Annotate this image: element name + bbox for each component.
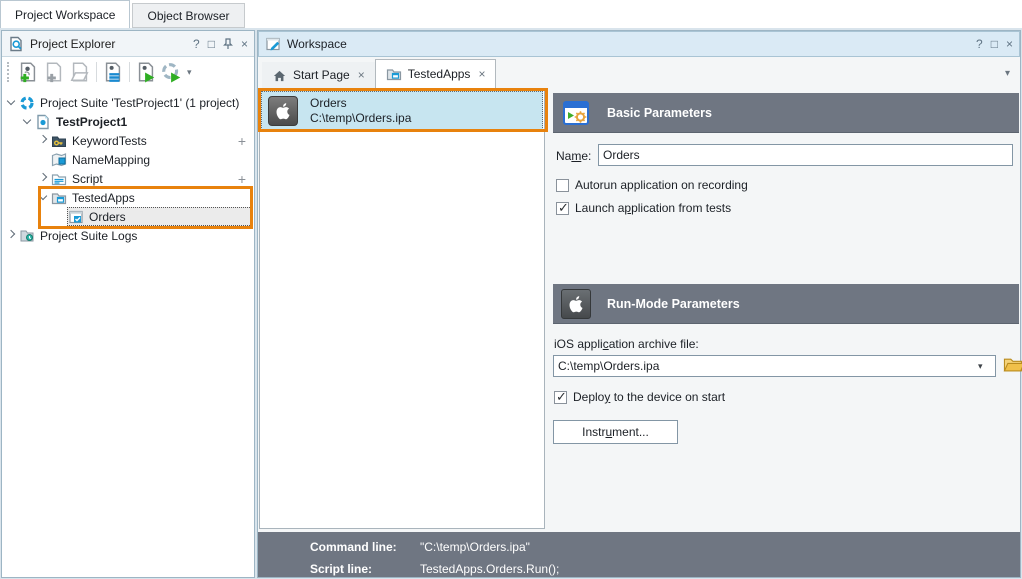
project-tree: Project Suite 'TestProject1' (1 project)… xyxy=(2,87,254,245)
checkbox-icon[interactable] xyxy=(554,391,567,404)
run-project-button[interactable] xyxy=(133,60,159,84)
run-project-suite-button[interactable] xyxy=(159,60,185,84)
checkbox-icon[interactable] xyxy=(556,179,569,192)
dock-area: Project Explorer ? □ × xyxy=(0,28,1022,579)
apple-icon xyxy=(268,96,298,126)
name-label: Name: xyxy=(556,149,591,163)
logs-icon xyxy=(19,228,37,244)
new-project-button[interactable] xyxy=(15,60,41,84)
app-name: Orders xyxy=(310,96,411,111)
project-explorer-toolbar: ▾ xyxy=(2,57,254,87)
home-icon xyxy=(272,68,287,83)
close-icon[interactable]: × xyxy=(241,37,248,51)
tab-list-dropdown-icon[interactable]: ▾ xyxy=(1005,68,1010,79)
checkbox-icon[interactable] xyxy=(556,202,569,215)
launch-from-tests-checkbox[interactable]: Launch application from tests xyxy=(556,201,731,215)
toolbar-separator xyxy=(129,62,130,82)
chevron-down-icon[interactable] xyxy=(4,95,19,110)
tested-apps-icon xyxy=(386,66,402,82)
tree-item-testedapps[interactable]: TestedApps xyxy=(2,188,254,207)
maximize-icon[interactable]: □ xyxy=(208,37,215,51)
tree-item-testproject1[interactable]: TestProject1 xyxy=(2,112,254,131)
chevron-right-icon[interactable] xyxy=(4,228,19,243)
instrument-button[interactable]: Instrument... xyxy=(553,420,678,444)
chevron-down-icon[interactable] xyxy=(36,190,51,205)
workspace-icon xyxy=(265,36,281,52)
autorun-checkbox[interactable]: Autorun application on recording xyxy=(556,178,748,192)
open-file-button[interactable] xyxy=(67,60,93,84)
project-icon xyxy=(35,114,53,130)
toolbar-grip[interactable] xyxy=(7,62,12,82)
close-tab-icon[interactable]: × xyxy=(358,68,365,82)
tree-item-orders[interactable]: Orders xyxy=(2,207,254,226)
deploy-checkbox[interactable]: Deploy to the device on start xyxy=(554,390,725,404)
toolbar-separator xyxy=(96,62,97,82)
workspace-header: Workspace ? □ × xyxy=(258,31,1020,57)
tested-apps-list: Orders C:\temp\Orders.ipa xyxy=(259,89,545,529)
tree-item-keywordtests[interactable]: KeywordTests + xyxy=(2,131,254,150)
name-input[interactable] xyxy=(598,144,1013,166)
project-explorer-panel: Project Explorer ? □ × xyxy=(1,30,255,578)
command-line-value: "C:\temp\Orders.ipa" xyxy=(420,540,530,554)
script-line-label: Script line: xyxy=(310,562,420,576)
pin-icon[interactable] xyxy=(223,38,233,50)
add-child-button[interactable]: + xyxy=(238,171,246,187)
selected-tree-item[interactable]: Orders xyxy=(67,207,252,226)
add-child-button[interactable]: + xyxy=(238,133,246,149)
basic-parameters-header: Basic Parameters xyxy=(553,93,1019,133)
project-suite-icon xyxy=(19,95,37,111)
keyword-tests-icon xyxy=(51,133,69,149)
panel-title: Project Explorer xyxy=(30,37,115,51)
chevron-right-icon[interactable] xyxy=(36,133,51,148)
tested-app-icon xyxy=(68,209,86,225)
tree-item-project-suite[interactable]: Project Suite 'TestProject1' (1 project) xyxy=(2,93,254,112)
run-mode-parameters-header: Run-Mode Parameters xyxy=(553,284,1019,324)
organize-items-button[interactable] xyxy=(100,60,126,84)
tab-testedapps[interactable]: TestedApps × xyxy=(375,59,497,88)
tree-item-namemapping[interactable]: NameMapping xyxy=(2,150,254,169)
list-item-orders[interactable]: Orders C:\temp\Orders.ipa xyxy=(261,91,543,130)
workspace-panel: Workspace ? □ × Start Page × TestedApps … xyxy=(257,30,1021,578)
main-tabstrip: Project Workspace Object Browser xyxy=(0,0,1022,28)
archive-file-label: iOS application archive file: xyxy=(554,337,699,351)
maximize-icon[interactable]: □ xyxy=(991,37,998,51)
app-status-bar: Command line: "C:\temp\Orders.ipa" Scrip… xyxy=(258,532,1020,577)
project-explorer-icon xyxy=(8,36,24,52)
add-item-button[interactable] xyxy=(41,60,67,84)
chevron-right-icon[interactable] xyxy=(36,171,51,186)
chevron-down-icon[interactable] xyxy=(20,114,35,129)
apple-icon xyxy=(561,289,591,319)
command-line-label: Command line: xyxy=(310,540,420,554)
basic-parameters-icon xyxy=(561,98,591,128)
help-icon[interactable]: ? xyxy=(193,37,200,51)
document-tabstrip: Start Page × TestedApps × ▾ xyxy=(258,58,1020,88)
testcomplete-window: Project Workspace Object Browser Project… xyxy=(0,0,1022,579)
help-icon[interactable]: ? xyxy=(976,37,983,51)
tab-start-page[interactable]: Start Page × xyxy=(262,62,375,88)
panel-title: Workspace xyxy=(287,37,347,51)
tab-object-browser[interactable]: Object Browser xyxy=(132,3,244,28)
toolbar-dropdown-icon[interactable]: ▾ xyxy=(187,67,192,78)
tested-apps-icon xyxy=(51,190,69,206)
app-properties: Basic Parameters Name: Autorun applicati… xyxy=(553,89,1019,532)
script-line-value: TestedApps.Orders.Run(); xyxy=(420,562,559,576)
project-explorer-header: Project Explorer ? □ × xyxy=(2,31,254,57)
app-path: C:\temp\Orders.ipa xyxy=(310,111,411,126)
script-icon xyxy=(51,171,69,187)
archive-file-combobox[interactable] xyxy=(553,355,996,377)
tree-item-project-suite-logs[interactable]: Project Suite Logs xyxy=(2,226,254,245)
browse-folder-icon[interactable] xyxy=(1003,356,1022,374)
tab-project-workspace[interactable]: Project Workspace xyxy=(0,0,130,28)
tree-item-script[interactable]: Script + xyxy=(2,169,254,188)
close-icon[interactable]: × xyxy=(1006,37,1013,51)
close-tab-icon[interactable]: × xyxy=(478,67,485,81)
name-mapping-icon xyxy=(51,152,69,168)
